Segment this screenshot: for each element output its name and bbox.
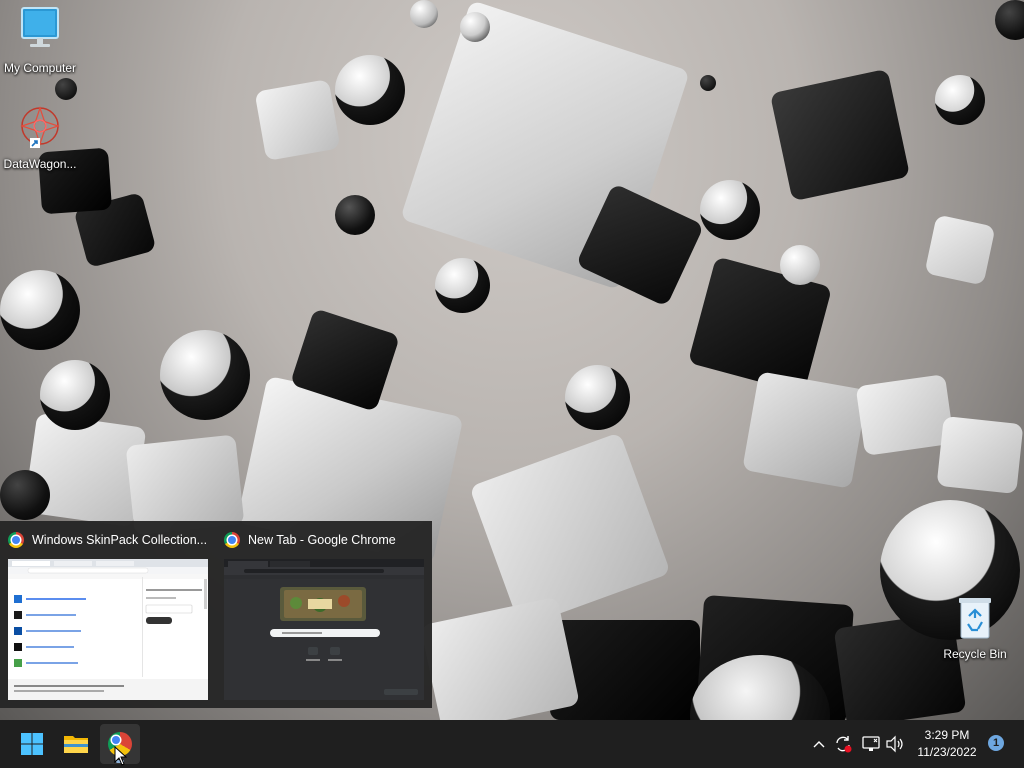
datawagon-icon — [20, 106, 60, 148]
show-hidden-icons-button[interactable] — [809, 734, 829, 754]
desktop-icon-datawagon[interactable]: DataWagon... — [0, 104, 80, 171]
clock-date: 11/23/2022 — [917, 745, 977, 759]
chrome-icon — [8, 532, 24, 548]
start-button[interactable] — [12, 724, 52, 764]
folder-icon — [64, 736, 88, 753]
tray-volume-button[interactable] — [885, 734, 905, 754]
desktop[interactable]: My Computer DataWagon... Recycle Bin Win… — [0, 0, 1024, 720]
chevron-up-icon — [813, 741, 825, 748]
taskbar-clock[interactable]: 3:29 PM 11/23/2022 — [912, 727, 982, 761]
windows-start-icon — [21, 733, 43, 755]
sync-icon — [836, 736, 852, 753]
preview-window-skinpack[interactable]: Windows SkinPack Collection... — [0, 521, 216, 708]
recycle-bin-icon — [959, 598, 991, 639]
preview-window-new-tab[interactable]: New Tab - Google Chrome — [216, 521, 432, 708]
preview-title: Windows SkinPack Collection... — [32, 533, 208, 547]
preview-thumbnail — [8, 559, 208, 700]
preview-thumbnail — [224, 559, 424, 700]
monitor-icon — [21, 7, 59, 47]
desktop-icon-label: My Computer — [3, 61, 77, 75]
taskbar-thumbnail-previews: Windows SkinPack Collection... New Tab -… — [0, 521, 432, 708]
notification-badge[interactable]: 1 — [988, 735, 1004, 751]
mouse-cursor-icon — [114, 746, 128, 766]
taskbar — [0, 720, 1024, 768]
taskbar-file-explorer-button[interactable] — [56, 724, 96, 764]
desktop-icon-my-computer[interactable]: My Computer — [0, 4, 80, 75]
volume-icon — [886, 735, 903, 753]
preview-title: New Tab - Google Chrome — [248, 533, 396, 547]
tray-sync-button[interactable] — [833, 734, 853, 754]
desktop-icon-label: Recycle Bin — [943, 647, 1007, 661]
clock-time: 3:29 PM — [924, 728, 970, 742]
desktop-icon-label: DataWagon... — [3, 157, 77, 171]
tray-network-button[interactable] — [861, 734, 881, 754]
network-icon — [862, 736, 880, 751]
desktop-icon-recycle-bin[interactable]: Recycle Bin — [935, 596, 1015, 661]
chrome-icon — [224, 532, 240, 548]
